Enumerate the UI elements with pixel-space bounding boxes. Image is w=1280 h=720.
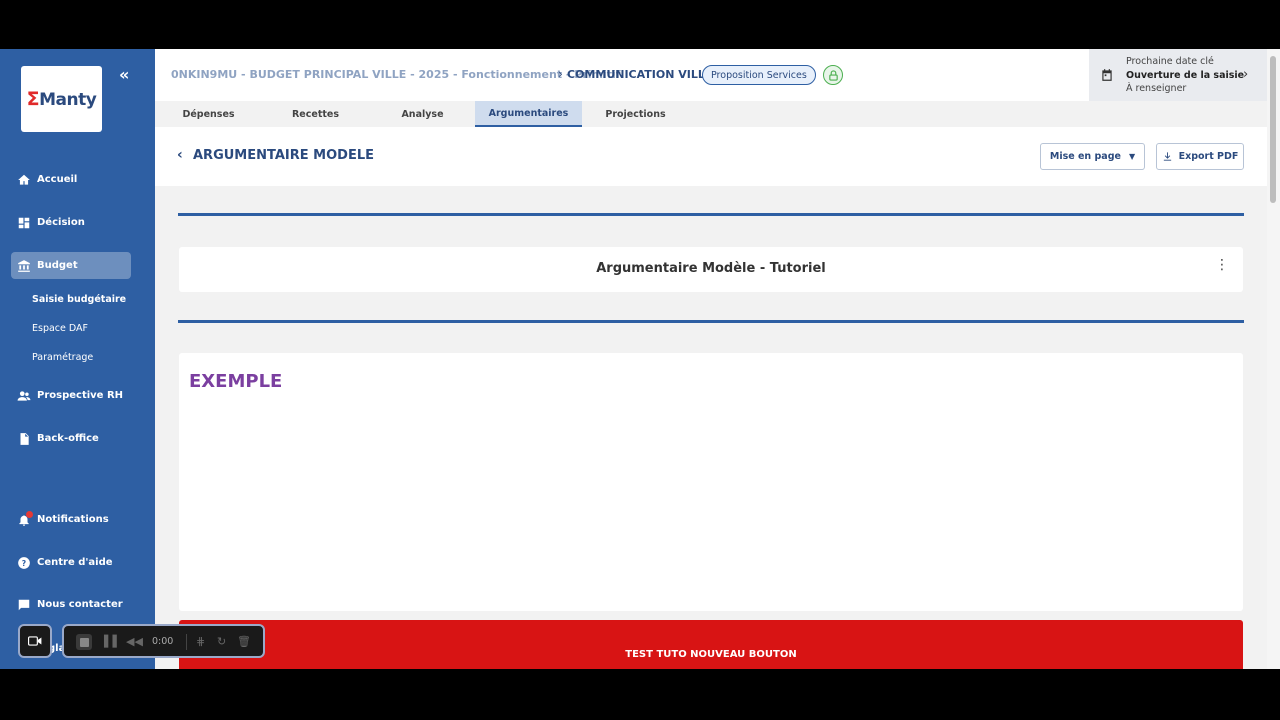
rewind-icon[interactable]: ◀◀: [126, 635, 143, 648]
bank-icon: [17, 259, 31, 273]
divider: [186, 634, 187, 650]
svg-text:?: ?: [22, 558, 26, 567]
tab-bar: Dépenses Recettes Analyse Argumentaires …: [155, 101, 1267, 127]
restart-icon[interactable]: ↻: [217, 635, 226, 648]
breadcrumb-separator: ›: [558, 67, 563, 81]
sidebar-item-decision[interactable]: Décision: [11, 209, 131, 236]
app-frame: ΣManty « Accueil Décision Budget Saisie …: [0, 49, 1280, 669]
tab-recettes[interactable]: Recettes: [262, 101, 369, 127]
scrollbar[interactable]: [1267, 49, 1280, 669]
grid-icon[interactable]: ⋕: [196, 635, 205, 648]
calendar-icon: [1102, 69, 1112, 81]
lock-icon[interactable]: [823, 65, 843, 85]
page-title: ARGUMENTAIRE MODELE: [193, 148, 374, 163]
exemple-card: EXEMPLE: [179, 353, 1243, 611]
export-pdf-button[interactable]: Export PDF: [1156, 143, 1244, 170]
back-arrow-icon[interactable]: ‹: [177, 147, 183, 163]
recorder-time: 0:00: [152, 636, 174, 647]
status-badge[interactable]: Proposition Services: [702, 65, 816, 85]
test-tuto-button[interactable]: TEST TUTO NOUVEAU BOUTON: [179, 620, 1243, 669]
sidebar-subitem-espace-daf[interactable]: Espace DAF: [32, 323, 88, 334]
people-icon: [17, 389, 31, 403]
exemple-heading: EXEMPLE: [189, 371, 283, 392]
dashboard-icon: [17, 216, 31, 230]
sidebar-item-nous-contacter[interactable]: Nous contacter: [11, 591, 131, 618]
download-icon: [1163, 152, 1171, 161]
scrollbar-thumb[interactable]: [1270, 56, 1276, 203]
sidebar: ΣManty « Accueil Décision Budget Saisie …: [0, 49, 155, 669]
trash-icon[interactable]: 🗑: [237, 635, 251, 648]
recorder-toolbar: ▌▌ ◀◀ 0:00 ⋕ ↻ 🗑: [62, 624, 265, 658]
section-divider: [178, 320, 1244, 323]
tab-depenses[interactable]: Dépenses: [155, 101, 262, 127]
next-key-date-panel[interactable]: Prochaine date clé Ouverture de la saisi…: [1089, 49, 1267, 101]
section-divider: [178, 213, 1244, 216]
sidebar-item-back-office[interactable]: Back-office: [11, 425, 131, 452]
chevron-down-icon: ▼: [1128, 152, 1136, 161]
sidebar-subitem-saisie[interactable]: Saisie budgétaire: [32, 294, 126, 305]
next-date-title: Ouverture de la saisie: [1126, 70, 1245, 81]
document-icon: [17, 432, 31, 446]
tab-projections[interactable]: Projections: [582, 101, 689, 127]
sidebar-subitem-parametrage[interactable]: Paramétrage: [32, 352, 93, 363]
header: 0NKIN9MU - BUDGET PRINCIPAL VILLE - 2025…: [155, 49, 1089, 101]
breadcrumb-current: COMMUNICATION VILLE: [567, 68, 713, 81]
sidebar-item-centre-aide[interactable]: ? Centre d'aide: [11, 549, 131, 576]
more-options-icon[interactable]: ⋮: [1215, 257, 1229, 273]
manty-logo[interactable]: ΣManty: [21, 66, 102, 132]
home-icon: [17, 173, 31, 187]
chevron-right-icon: ›: [1243, 67, 1249, 82]
card-title: Argumentaire Modèle - Tutoriel: [596, 261, 826, 276]
sidebar-item-accueil[interactable]: Accueil: [11, 166, 131, 193]
pause-icon[interactable]: ▌▌: [104, 635, 121, 648]
page-header: ‹ ARGUMENTAIRE MODELE Mise en page ▼ Exp…: [155, 127, 1267, 186]
camera-icon[interactable]: [18, 624, 52, 658]
tab-analyse[interactable]: Analyse: [369, 101, 476, 127]
sidebar-item-budget[interactable]: Budget: [11, 252, 131, 279]
help-icon: ?: [17, 556, 31, 570]
tab-argumentaires[interactable]: Argumentaires: [475, 101, 582, 127]
notification-badge: [26, 511, 33, 518]
layout-dropdown-button[interactable]: Mise en page ▼: [1040, 143, 1145, 170]
next-date-label: Prochaine date clé: [1126, 56, 1214, 67]
sidebar-item-prospective-rh[interactable]: Prospective RH: [11, 382, 131, 409]
stop-icon[interactable]: [76, 634, 92, 650]
collapse-sidebar-icon[interactable]: «: [119, 65, 129, 84]
next-date-value: À renseigner: [1126, 83, 1187, 94]
tutorial-title-card: Argumentaire Modèle - Tutoriel ⋮: [179, 247, 1243, 292]
breadcrumb[interactable]: 0NKIN9MU - BUDGET PRINCIPAL VILLE - 2025…: [171, 68, 621, 81]
chat-icon: [17, 598, 31, 612]
